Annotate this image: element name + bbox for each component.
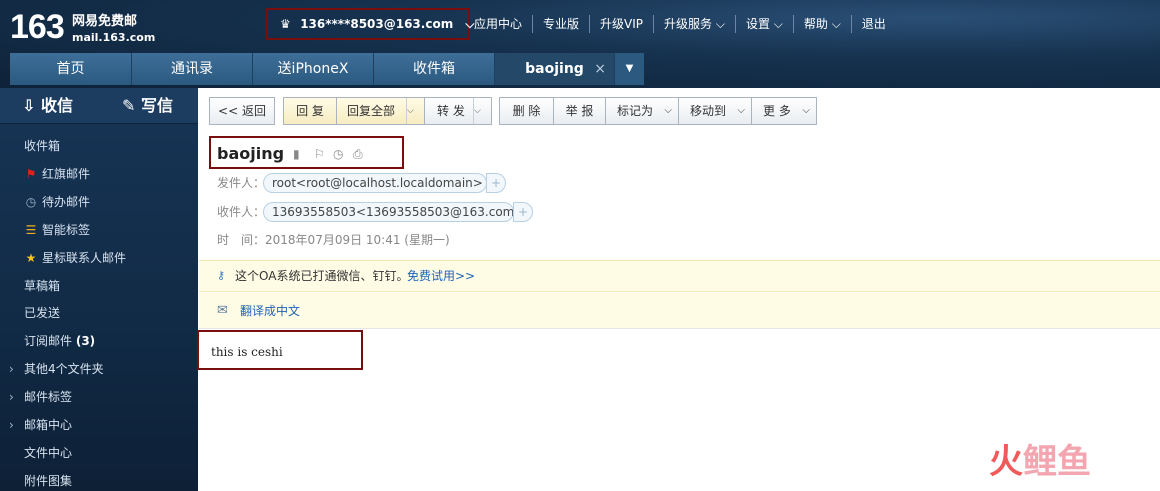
tag-stripes-icon: ☰ <box>25 223 37 237</box>
time-label: 时 间： <box>217 233 266 247</box>
tab-baojing[interactable]: baojing × <box>495 53 615 85</box>
tab-more-button[interactable]: ▼ <box>615 53 644 85</box>
free-trial-link[interactable]: 免费试用>> <box>407 261 475 291</box>
recipient-label: 收件人： <box>217 205 266 219</box>
mark-as-button[interactable]: 标记为 ⌵ <box>605 97 679 125</box>
star-icon: ★ <box>25 251 37 265</box>
back-button[interactable]: << 返回 <box>209 97 275 125</box>
watermark-logo: 火鲤鱼 <box>989 442 1091 482</box>
envelope-icon: ✉ <box>217 303 228 318</box>
delete-button[interactable]: 删 除 <box>499 97 554 125</box>
tab-home[interactable]: 首页 <box>10 53 132 85</box>
crown-icon: ♛ <box>280 17 291 31</box>
more-button[interactable]: 更 多 ⌵ <box>751 97 817 125</box>
add-contact-icon[interactable]: + <box>486 173 506 193</box>
watermark-part2: 鲤鱼 <box>1023 442 1091 482</box>
mail-subject: baojing <box>217 144 285 163</box>
chevron-right-icon: › <box>9 362 14 376</box>
nav-upgrade-vip[interactable]: 升级VIP <box>589 15 653 33</box>
compose-row: ⇩ 收信 ✎ 写信 <box>0 88 198 124</box>
translate-bar: ✉ 翻译成中文 <box>199 293 1160 329</box>
folder-inbox[interactable]: 收件箱 <box>0 135 198 157</box>
chevron-down-icon: ▼ <box>625 63 634 74</box>
move-to-button[interactable]: 移动到 ⌵ <box>678 97 752 125</box>
chevron-right-icon: › <box>9 390 14 404</box>
forward-button[interactable]: 转 发 ⌵ <box>424 97 492 125</box>
bookmark-icon[interactable]: ▮ <box>293 147 300 161</box>
nav-settings[interactable]: 设置 ⌵ <box>734 15 793 33</box>
logo-url: mail.163.com <box>72 31 156 44</box>
add-contact-icon[interactable]: + <box>513 202 533 222</box>
key-icon: ⚷ <box>217 269 226 282</box>
sender-row: 发件人： root<root@localhost.localdomain> + <box>217 172 537 194</box>
chevron-down-icon: ⌵ <box>664 105 672 116</box>
compose-button[interactable]: ✎ 写信 <box>122 88 173 124</box>
body-highlight: this is ceshi <box>197 330 363 370</box>
recipient-chip[interactable]: 13693558503<13693558503@163.com> <box>263 202 524 222</box>
clock-icon: ◷ <box>25 195 37 209</box>
chevron-down-icon: ⌵ <box>737 105 745 116</box>
watermark-part1: 火 <box>989 442 1023 482</box>
folder-starred-contacts[interactable]: ★ 星标联系人邮件 <box>0 247 198 269</box>
top-header: 163 网易免费邮 mail.163.com ♛ 136****8503@163… <box>0 0 1160 88</box>
folder-other-folders[interactable]: › 其他4个文件夹 <box>0 358 198 380</box>
translate-link[interactable]: 翻译成中文 <box>240 293 300 329</box>
folder-attachments[interactable]: 附件图集 <box>0 470 198 491</box>
nav-logout[interactable]: 退出 <box>850 15 896 33</box>
tab-inbox[interactable]: 收件箱 <box>374 53 495 85</box>
sender-chip[interactable]: root<root@localhost.localdomain> <box>263 173 487 193</box>
folder-mailbox-center[interactable]: › 邮箱中心 <box>0 414 198 436</box>
nav-upgrade-service[interactable]: 升级服务 ⌵ <box>653 15 735 33</box>
chevron-right-icon: › <box>9 418 14 432</box>
top-nav: 应用中心 专业版 升级VIP 升级服务 ⌵ 设置 ⌵ 帮助 ⌵ 退出 <box>474 15 896 33</box>
sender-label: 发件人： <box>217 176 266 190</box>
folder-drafts[interactable]: 草稿箱 <box>0 275 198 297</box>
print-icon[interactable]: ⎙ <box>353 147 363 162</box>
nav-app-center[interactable]: 应用中心 <box>474 15 532 33</box>
folder-file-center[interactable]: 文件中心 <box>0 442 198 464</box>
folder-subscriptions[interactable]: 订阅邮件 (3) <box>0 330 198 352</box>
flag-icon: ⚑ <box>25 167 37 181</box>
subject-highlight: baojing ▮ ⚐ ◷ ⎙ <box>209 136 404 169</box>
logo-brand: 网易免费邮 <box>72 14 138 29</box>
clock-icon[interactable]: ◷ <box>333 147 343 161</box>
sidebar: ⇩ 收信 ✎ 写信 收件箱 ⚑ 红旗邮件 ◷ 待办邮件 ☰ 智能标签 ★ 星标联系人邮件… <box>0 88 198 491</box>
account-email: 136****8503@163.com <box>300 17 454 31</box>
chevron-down-icon: ⌵ <box>802 105 810 116</box>
tab-contacts[interactable]: 通讯录 <box>132 53 253 85</box>
close-icon[interactable]: × <box>594 53 606 85</box>
folder-sent[interactable]: 已发送 <box>0 302 198 324</box>
logo-number: 163 <box>10 8 65 46</box>
promo-banner: ⚷ 这个OA系统已打通微信、钉钉。 免费试用>> <box>199 260 1160 292</box>
folder-flagged[interactable]: ⚑ 红旗邮件 <box>0 163 198 185</box>
time-row: 时 间：2018年07月09日 10:41 (星期一) <box>217 229 450 251</box>
tab-iphone-promo[interactable]: 送iPhoneX奖 <box>253 53 394 85</box>
folder-todo[interactable]: ◷ 待办邮件 <box>0 191 198 213</box>
download-icon: ⇩ <box>22 96 36 115</box>
nav-help[interactable]: 帮助 ⌵ <box>792 15 851 33</box>
folder-mail-tags[interactable]: › 邮件标签 <box>0 386 198 408</box>
edit-icon: ✎ <box>122 96 136 115</box>
mail-time: 2018年07月09日 10:41 (星期一) <box>265 233 450 247</box>
reply-button[interactable]: 回 复 <box>283 97 337 125</box>
nav-pro[interactable]: 专业版 <box>532 15 589 33</box>
promo-text: 这个OA系统已打通微信、钉钉。 <box>235 269 409 283</box>
unread-count: (3) <box>75 334 96 348</box>
chevron-down-icon[interactable]: ⌵ <box>473 98 491 124</box>
mail-body: this is ceshi <box>211 345 283 359</box>
flag-icon[interactable]: ⚐ <box>314 147 325 161</box>
folder-smart-tags[interactable]: ☰ 智能标签 <box>0 219 198 241</box>
account-switcher[interactable]: ♛ 136****8503@163.com ⌵ <box>266 8 475 40</box>
report-button[interactable]: 举 报 <box>553 97 606 125</box>
reply-all-button[interactable]: 回复全部 ⌵ <box>336 97 425 125</box>
receive-button[interactable]: ⇩ 收信 <box>22 88 73 124</box>
chevron-down-icon[interactable]: ⌵ <box>406 98 424 124</box>
recipient-row: 收件人： 13693558503<13693558503@163.com> + <box>217 201 557 223</box>
mail-reader: << 返回 回 复 回复全部 ⌵ 转 发 ⌵ 删 除 举 报 标记为 ⌵ 移动到 ⌵ 更… <box>197 88 1160 491</box>
